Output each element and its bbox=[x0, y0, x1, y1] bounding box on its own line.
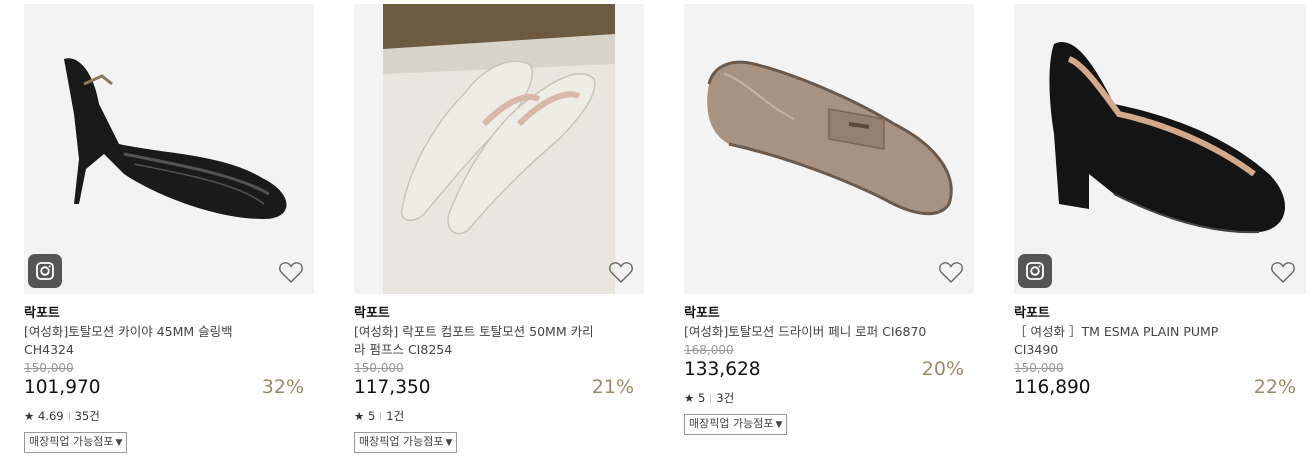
product-card[interactable]: 락포트 [여성화] 락포트 컴포트 토탈모션 50MM 카리라 펌프스 CI82… bbox=[354, 4, 644, 453]
caret-down-icon: ▼ bbox=[775, 420, 783, 430]
product-card[interactable]: 락포트 [여성화]토탈모션 카이야 45MM 슬링백 CH4324 150,00… bbox=[24, 4, 314, 453]
discount-rate: 32% bbox=[261, 376, 304, 398]
product-image[interactable] bbox=[684, 4, 974, 294]
rating-score: 5 bbox=[367, 409, 376, 423]
review-count: 35건 bbox=[74, 409, 100, 423]
rating-score: 5 bbox=[697, 391, 706, 405]
product-image[interactable] bbox=[1014, 4, 1306, 294]
sale-price: 133,628 bbox=[684, 359, 761, 380]
product-card[interactable]: 락포트 [여성화]토탈모션 드라이버 페니 로퍼 CI6870 168,000 … bbox=[684, 4, 974, 435]
divider bbox=[68, 412, 70, 421]
product-image[interactable] bbox=[354, 4, 644, 294]
rating-score: 4.69 bbox=[37, 409, 64, 423]
brand-name: 락포트 bbox=[1014, 306, 1050, 321]
star-icon: ★ bbox=[684, 391, 695, 405]
caret-down-icon: ▼ bbox=[445, 438, 453, 448]
review-count: 3건 bbox=[716, 391, 735, 405]
star-icon: ★ bbox=[24, 409, 35, 423]
store-pickup-dropdown[interactable]: 매장픽업 가능점포 ▼ bbox=[354, 432, 458, 453]
rating-row: ★ 5 3건 bbox=[684, 391, 974, 405]
instagram-icon[interactable] bbox=[1018, 254, 1052, 288]
brand-name: 락포트 bbox=[354, 306, 390, 321]
product-card[interactable]: 락포트 ［ 여성화 ］TM ESMA PLAIN PUMP CI3490 150… bbox=[1014, 4, 1306, 400]
store-pickup-dropdown[interactable]: 매장픽업 가능점포 ▼ bbox=[684, 414, 788, 435]
star-icon: ★ bbox=[354, 409, 365, 423]
instagram-icon[interactable] bbox=[28, 254, 62, 288]
rating-row: ★ 5 1건 bbox=[354, 409, 644, 423]
rating-row: ★ 4.69 35건 bbox=[24, 409, 314, 423]
wishlist-heart-icon[interactable] bbox=[278, 260, 304, 284]
review-count: 1건 bbox=[386, 409, 405, 423]
discount-rate: 21% bbox=[591, 376, 634, 398]
wishlist-heart-icon[interactable] bbox=[608, 260, 634, 284]
black-patent-slingback-shoe-icon bbox=[24, 4, 314, 294]
product-name[interactable]: [여성화]토탈모션 드라이버 페니 로퍼 CI6870 bbox=[684, 323, 934, 341]
product-name[interactable]: [여성화]토탈모션 카이야 45MM 슬링백 CH4324 bbox=[24, 323, 274, 359]
discount-rate: 22% bbox=[1253, 376, 1296, 398]
ivory-pump-pair-icon bbox=[354, 4, 644, 294]
sale-price: 117,350 bbox=[354, 377, 431, 398]
store-pickup-label: 매장픽업 가능점포 bbox=[29, 435, 114, 448]
sale-price: 101,970 bbox=[24, 377, 101, 398]
divider bbox=[380, 412, 382, 421]
product-name[interactable]: ［ 여성화 ］TM ESMA PLAIN PUMP CI3490 bbox=[1014, 323, 1264, 359]
wishlist-heart-icon[interactable] bbox=[938, 260, 964, 284]
product-name[interactable]: [여성화] 락포트 컴포트 토탈모션 50MM 카리라 펌프스 CI8254 bbox=[354, 323, 604, 359]
wishlist-heart-icon[interactable] bbox=[1270, 260, 1296, 284]
divider bbox=[710, 394, 712, 403]
discount-rate: 20% bbox=[921, 358, 964, 380]
sale-price: 116,890 bbox=[1014, 377, 1091, 398]
store-pickup-dropdown[interactable]: 매장픽업 가능점포 ▼ bbox=[24, 432, 128, 453]
product-image[interactable] bbox=[24, 4, 314, 294]
black-block-heel-pump-icon bbox=[1014, 4, 1304, 294]
brand-name: 락포트 bbox=[684, 306, 720, 321]
store-pickup-label: 매장픽업 가능점포 bbox=[689, 417, 774, 430]
brand-name: 락포트 bbox=[24, 306, 60, 321]
caret-down-icon: ▼ bbox=[115, 438, 123, 448]
taupe-penny-loafer-icon bbox=[684, 4, 974, 294]
store-pickup-label: 매장픽업 가능점포 bbox=[359, 435, 444, 448]
